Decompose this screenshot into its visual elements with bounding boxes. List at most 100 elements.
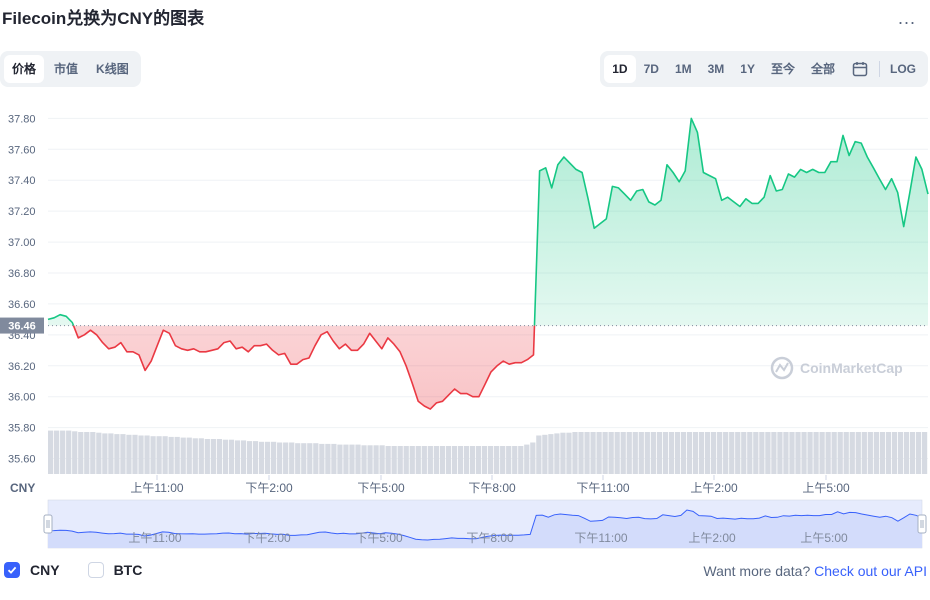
coinmarketcap-logo: CoinMarketCap [770, 356, 903, 380]
volume-bar [560, 432, 566, 474]
volume-bar [735, 432, 741, 474]
range-1d[interactable]: 1D [604, 55, 636, 83]
volume-bar [108, 433, 114, 474]
navigator-tick-label: 下午5:00 [355, 531, 403, 545]
volume-bar [590, 432, 596, 474]
navigator-tick-label: 下午8:00 [466, 531, 514, 545]
volume-bar [644, 432, 650, 474]
check-icon[interactable] [4, 562, 20, 578]
volume-bar [252, 441, 259, 474]
volume-bar [656, 432, 662, 474]
volume-bar [277, 442, 283, 474]
toolbar-divider [879, 61, 880, 77]
volume-bar [120, 434, 126, 474]
navigator-tick-label: 上午5:00 [800, 531, 848, 545]
volume-bar [620, 432, 626, 474]
tab-price[interactable]: 价格 [4, 55, 45, 83]
volume-bar [96, 432, 102, 474]
volume-bars [48, 430, 928, 474]
volume-bar [759, 432, 765, 474]
legend-cny[interactable]: CNY [4, 562, 60, 578]
volume-bar [325, 443, 331, 474]
range-navigator[interactable]: 上午11:00 下午2:00 下午5:00 下午8:00 下午11:00 上午2:00 上午… [43, 499, 927, 549]
volume-bar [60, 430, 66, 474]
volume-bar [813, 432, 819, 474]
volume-bar [638, 432, 644, 474]
volume-bar [144, 435, 150, 474]
range-1y[interactable]: 1Y [732, 55, 763, 83]
tab-candlestick[interactable]: K线图 [88, 55, 137, 83]
volume-bar [457, 446, 464, 474]
navigator-tick-label: 下午11:00 [574, 531, 627, 545]
volume-bar [584, 432, 590, 474]
log-scale-toggle[interactable]: LOG [882, 55, 924, 83]
volume-bar [222, 439, 229, 474]
volume-bar [156, 436, 162, 474]
volume-bar [367, 445, 373, 474]
volume-bar [289, 442, 295, 474]
volume-bar [210, 439, 216, 474]
y-tick-label: 37.20 [8, 206, 36, 218]
range-7d[interactable]: 7D [636, 55, 667, 83]
volume-bar [439, 446, 446, 474]
y-tick-label: 36.80 [8, 268, 36, 280]
volume-bar [385, 446, 391, 474]
volume-bar [650, 432, 656, 474]
range-all[interactable]: 全部 [803, 55, 843, 83]
volume-bar [614, 432, 620, 474]
price-chart[interactable]: 37.8037.6037.4037.2037.0036.8036.6036.40… [0, 100, 930, 555]
volume-bar [548, 434, 554, 474]
watermark-text: CoinMarketCap [800, 360, 903, 376]
legend-btc-label: BTC [113, 562, 143, 578]
volume-bar [475, 446, 482, 474]
volume-bar [578, 432, 584, 474]
x-tick-label: 下午11:00 [576, 481, 629, 495]
volume-bar [765, 432, 771, 474]
y-tick-label: 37.60 [8, 144, 36, 156]
volume-bar [692, 432, 699, 474]
volume-bar [337, 444, 343, 474]
volume-bar [240, 440, 247, 474]
volume-bar [361, 445, 367, 474]
volume-bar [264, 441, 271, 474]
navigator-tick-label: 上午2:00 [688, 531, 736, 545]
navigator-handle-left[interactable] [43, 514, 53, 534]
y-axis: 37.8037.6037.4037.2037.0036.8036.6036.40… [8, 113, 36, 465]
volume-bar [861, 432, 867, 474]
volume-bar [807, 432, 813, 474]
volume-bar [421, 446, 427, 474]
volume-bar [909, 432, 916, 474]
volume-bar [602, 432, 608, 474]
y-tick-label: 36.60 [8, 299, 36, 311]
range-ytd[interactable]: 至今 [763, 55, 803, 83]
volume-bar [698, 432, 705, 474]
volume-bar [879, 432, 886, 474]
volume-bar [771, 432, 777, 474]
tab-market-cap[interactable]: 市值 [46, 55, 86, 83]
y-tick-label: 37.00 [8, 237, 36, 249]
checkbox-empty-icon[interactable] [87, 562, 104, 578]
more-options-button[interactable]: ... [898, 8, 916, 29]
range-3m[interactable]: 3M [700, 55, 733, 83]
volume-bar [319, 443, 325, 474]
volume-bar [542, 434, 548, 474]
volume-bar [463, 446, 470, 474]
volume-bar [536, 435, 542, 474]
volume-bar [680, 432, 687, 474]
volume-bar [186, 437, 192, 474]
volume-bar [228, 439, 235, 474]
range-1m[interactable]: 1M [667, 55, 700, 83]
legend-btc[interactable]: BTC [87, 562, 143, 578]
navigator-handle-right[interactable] [917, 514, 927, 534]
navigator-tick-label: 上午11:00 [128, 531, 181, 545]
time-range-selector: 1D 7D 1M 3M 1Y 至今 全部 LOG [600, 51, 928, 87]
reference-price-label: 36.46 [8, 321, 36, 333]
volume-bar [78, 432, 84, 474]
api-link[interactable]: Check out our API [814, 563, 927, 579]
calendar-icon[interactable] [843, 55, 877, 83]
chart-type-tabs: 价格 市值 K线图 [0, 51, 141, 87]
volume-bar [331, 443, 337, 474]
x-tick-label: 上午2:00 [690, 481, 738, 495]
volume-bar [596, 432, 602, 474]
volume-bar [246, 441, 253, 474]
